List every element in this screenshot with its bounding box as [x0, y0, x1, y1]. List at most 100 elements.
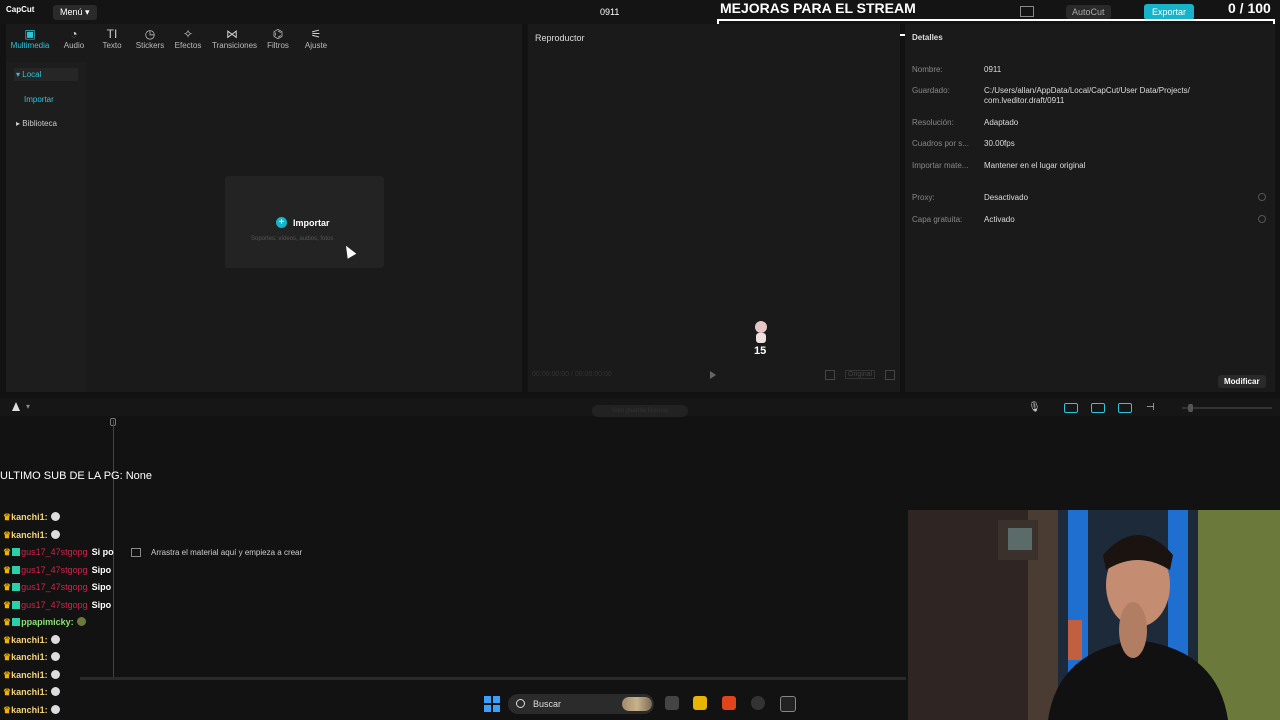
- app-icon[interactable]: [751, 696, 765, 710]
- tab-label: Transiciones: [212, 41, 258, 50]
- menu-label: Menú: [60, 7, 83, 17]
- tab-label: Texto: [102, 41, 122, 50]
- sidebar-item-label: Local: [22, 70, 42, 79]
- chat-username: kanchi1:: [11, 687, 48, 697]
- sub-badge-icon: [12, 583, 21, 591]
- detail-value: Activado: [984, 215, 1015, 224]
- tab-ajuste[interactable]: ⚟ Ajuste: [296, 27, 336, 50]
- chat-message: ♛kanchi1:: [3, 634, 60, 646]
- chat-text: Si po: [91, 547, 114, 557]
- plus-icon: +: [276, 217, 287, 228]
- chat-message: ♛ ppapimicky:: [3, 617, 86, 628]
- emote-icon: [50, 652, 60, 661]
- chat-message: ♛ gus17_47stgopg Sipo: [3, 565, 111, 576]
- detail-value: C:/Users/allan/AppData/Local/CapCut/User…: [984, 86, 1190, 105]
- link-icon[interactable]: [1064, 403, 1078, 413]
- sidebar-item-label: Biblioteca: [22, 119, 57, 128]
- modify-button[interactable]: Modificar: [1218, 375, 1266, 388]
- chat-username: kanchi1:: [11, 669, 48, 680]
- tab-multimedia[interactable]: ▣ Multimedia: [10, 27, 50, 50]
- chat-message: ♛ gus17_47stgopg Sipo: [3, 582, 111, 593]
- tab-label: Multimedia: [10, 41, 50, 50]
- crown-icon: ♛: [3, 529, 12, 540]
- emote-icon: [50, 704, 60, 714]
- info-icon[interactable]: [1258, 215, 1266, 223]
- chat-message: ♛ gus17_47stgopg Si po: [3, 547, 114, 558]
- sidebar-item-import[interactable]: Importar: [24, 95, 54, 104]
- tab-texto[interactable]: TI Texto: [92, 27, 132, 50]
- import-subtitle: Soportes: vídeos, audios, fotos: [251, 236, 334, 242]
- detail-label: Importar mate...: [912, 161, 969, 170]
- detail-label: Guardado:: [912, 86, 950, 95]
- taskbar-search-label: Buscar: [533, 699, 562, 709]
- text-icon: TI: [106, 27, 118, 41]
- sidebar-item-library[interactable]: ▸ Biblioteca: [16, 119, 57, 128]
- tab-filtros[interactable]: ⌬ Filtros: [258, 27, 298, 50]
- zoom-slider-handle[interactable]: [1188, 404, 1193, 412]
- chat-username: kanchi1:: [11, 652, 48, 662]
- chat-message: ♛kanchi1:: [3, 652, 60, 663]
- sticker-image: 15: [754, 321, 767, 356]
- tab-transiciones[interactable]: ⋈ Transiciones: [212, 27, 257, 50]
- chat-text: Sipo: [91, 582, 112, 592]
- emote-icon: [50, 669, 60, 679]
- menu-button[interactable]: Menú ▾: [53, 5, 97, 20]
- layout-icon[interactable]: [1020, 6, 1034, 17]
- task-view-icon[interactable]: [665, 696, 679, 710]
- crown-icon: ♛: [3, 617, 12, 627]
- svg-text:15: 15: [754, 345, 766, 356]
- select-tool-icon[interactable]: [12, 402, 20, 411]
- info-icon[interactable]: [1258, 193, 1266, 201]
- tab-stickers[interactable]: ◷ Stickers: [130, 27, 170, 50]
- original-ratio-button[interactable]: Original: [845, 370, 876, 379]
- tab-efectos[interactable]: ✧ Efectos: [168, 27, 208, 50]
- detail-value: Desactivado: [984, 193, 1029, 202]
- media-icon: ▣: [24, 27, 36, 41]
- details-title: Detalles: [912, 33, 943, 42]
- play-icon[interactable]: [710, 371, 716, 379]
- file-explorer-icon[interactable]: [693, 696, 707, 710]
- split-icon[interactable]: ⊣: [1146, 402, 1155, 413]
- webcam-feed: [908, 510, 1280, 720]
- chat-username: ppapimicky:: [21, 617, 74, 627]
- tab-label: Stickers: [135, 41, 165, 50]
- autocut-button[interactable]: AutoCut: [1066, 5, 1111, 19]
- tab-audio[interactable]: ◔ Audio: [54, 27, 94, 50]
- ratio-icon[interactable]: [825, 370, 835, 380]
- chat-message: ♛ gus17_47stgopg Sipo: [3, 600, 111, 611]
- chat-username: gus17_47stgopg: [21, 599, 88, 610]
- magnet-icon[interactable]: [1091, 403, 1105, 413]
- capcut-taskbar-icon[interactable]: [780, 696, 796, 712]
- tab-label: Audio: [63, 41, 85, 50]
- emote-icon: [50, 512, 60, 521]
- detail-label: Cuadros por s...: [912, 139, 969, 148]
- microphone-icon[interactable]: 🎙: [1028, 402, 1041, 413]
- detail-label: Proxy:: [912, 193, 935, 202]
- detail-label: Nombre:: [912, 65, 943, 74]
- sub-badge-icon: [12, 548, 21, 556]
- chat-username: gus17_47stgopg: [21, 564, 88, 575]
- brave-browser-icon[interactable]: [722, 696, 736, 710]
- tab-label: Filtros: [267, 41, 289, 50]
- chat-message: ♛kanchi1:: [3, 704, 60, 716]
- snap-icon[interactable]: [1118, 403, 1132, 413]
- windows-start-icon[interactable]: [484, 696, 500, 712]
- crown-icon: ♛: [3, 512, 12, 522]
- chevron-down-icon[interactable]: ▾: [26, 402, 30, 411]
- transitions-icon: ⋈: [226, 27, 238, 41]
- chat-username: kanchi1:: [11, 704, 48, 715]
- project-title: 0911: [600, 7, 620, 17]
- sidebar-item-local[interactable]: ▾ Local: [14, 68, 78, 81]
- chat-message: ♛kanchi1:: [3, 529, 60, 541]
- export-button[interactable]: Exportar: [1144, 4, 1195, 20]
- media-sidebar: ▾ Local Importar ▸ Biblioteca: [6, 62, 86, 392]
- fullscreen-icon[interactable]: [885, 370, 895, 380]
- sticker-icon: ◷: [144, 27, 156, 41]
- effects-icon: ✧: [182, 27, 194, 41]
- tab-label: Ajuste: [304, 41, 328, 50]
- crown-icon: ♛: [3, 599, 12, 610]
- adjust-icon: ⚟: [310, 27, 322, 41]
- timeline-scrollbar[interactable]: [80, 677, 906, 680]
- zoom-slider[interactable]: [1182, 407, 1272, 409]
- import-label[interactable]: Importar: [293, 218, 330, 228]
